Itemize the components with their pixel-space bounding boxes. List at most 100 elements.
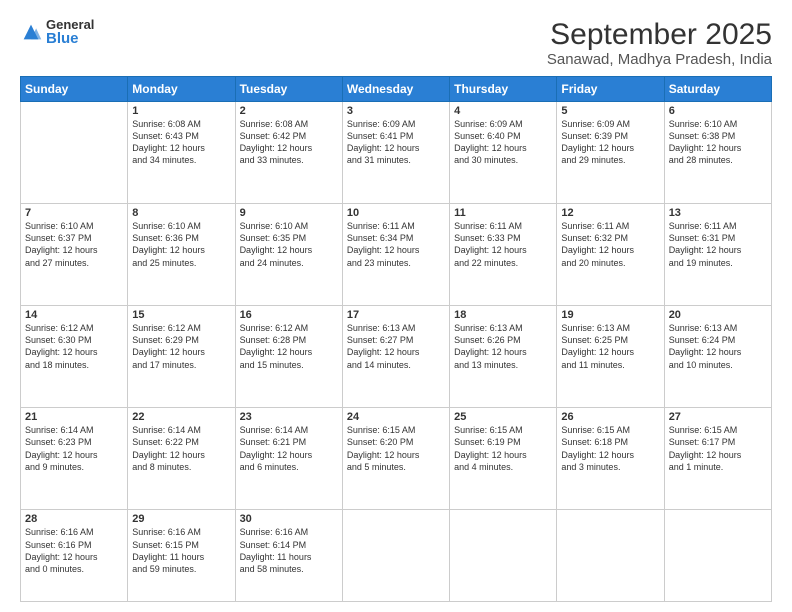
calendar-week-row: 14Sunrise: 6:12 AM Sunset: 6:30 PM Dayli…	[21, 306, 772, 408]
calendar-cell: 10Sunrise: 6:11 AM Sunset: 6:34 PM Dayli…	[342, 204, 449, 306]
day-number: 2	[240, 105, 338, 117]
day-number: 28	[25, 513, 123, 525]
subtitle: Sanawad, Madhya Pradesh, India	[547, 51, 772, 68]
weekday-header: Sunday	[21, 77, 128, 102]
day-info: Sunrise: 6:13 AM Sunset: 6:25 PM Dayligh…	[561, 322, 659, 371]
logo-text-block: General Blue	[46, 18, 94, 46]
day-number: 29	[132, 513, 230, 525]
calendar-cell: 5Sunrise: 6:09 AM Sunset: 6:39 PM Daylig…	[557, 102, 664, 204]
calendar-cell: 6Sunrise: 6:10 AM Sunset: 6:38 PM Daylig…	[664, 102, 771, 204]
day-info: Sunrise: 6:15 AM Sunset: 6:17 PM Dayligh…	[669, 424, 767, 473]
day-info: Sunrise: 6:11 AM Sunset: 6:33 PM Dayligh…	[454, 220, 552, 269]
day-info: Sunrise: 6:14 AM Sunset: 6:22 PM Dayligh…	[132, 424, 230, 473]
day-number: 10	[347, 207, 445, 219]
day-info: Sunrise: 6:09 AM Sunset: 6:40 PM Dayligh…	[454, 118, 552, 167]
day-info: Sunrise: 6:12 AM Sunset: 6:29 PM Dayligh…	[132, 322, 230, 371]
main-title: September 2025	[547, 18, 772, 51]
logo-blue: Blue	[46, 31, 79, 46]
calendar-cell: 28Sunrise: 6:16 AM Sunset: 6:16 PM Dayli…	[21, 510, 128, 602]
calendar-week-row: 1Sunrise: 6:08 AM Sunset: 6:43 PM Daylig…	[21, 102, 772, 204]
weekday-header: Tuesday	[235, 77, 342, 102]
day-number: 15	[132, 309, 230, 321]
calendar-week-row: 7Sunrise: 6:10 AM Sunset: 6:37 PM Daylig…	[21, 204, 772, 306]
day-info: Sunrise: 6:10 AM Sunset: 6:35 PM Dayligh…	[240, 220, 338, 269]
day-info: Sunrise: 6:08 AM Sunset: 6:42 PM Dayligh…	[240, 118, 338, 167]
day-number: 20	[669, 309, 767, 321]
weekday-header: Monday	[128, 77, 235, 102]
day-info: Sunrise: 6:12 AM Sunset: 6:28 PM Dayligh…	[240, 322, 338, 371]
calendar-week-row: 21Sunrise: 6:14 AM Sunset: 6:23 PM Dayli…	[21, 408, 772, 510]
day-info: Sunrise: 6:13 AM Sunset: 6:24 PM Dayligh…	[669, 322, 767, 371]
day-info: Sunrise: 6:11 AM Sunset: 6:34 PM Dayligh…	[347, 220, 445, 269]
day-info: Sunrise: 6:14 AM Sunset: 6:23 PM Dayligh…	[25, 424, 123, 473]
calendar-cell: 2Sunrise: 6:08 AM Sunset: 6:42 PM Daylig…	[235, 102, 342, 204]
day-info: Sunrise: 6:15 AM Sunset: 6:18 PM Dayligh…	[561, 424, 659, 473]
calendar-cell	[664, 510, 771, 602]
day-number: 9	[240, 207, 338, 219]
day-number: 21	[25, 411, 123, 423]
day-number: 14	[25, 309, 123, 321]
day-info: Sunrise: 6:10 AM Sunset: 6:36 PM Dayligh…	[132, 220, 230, 269]
day-number: 3	[347, 105, 445, 117]
logo-icon	[20, 21, 42, 43]
calendar-cell: 9Sunrise: 6:10 AM Sunset: 6:35 PM Daylig…	[235, 204, 342, 306]
calendar-cell: 30Sunrise: 6:16 AM Sunset: 6:14 PM Dayli…	[235, 510, 342, 602]
day-number: 18	[454, 309, 552, 321]
calendar-cell: 24Sunrise: 6:15 AM Sunset: 6:20 PM Dayli…	[342, 408, 449, 510]
day-number: 30	[240, 513, 338, 525]
title-block: September 2025 Sanawad, Madhya Pradesh, …	[547, 18, 772, 68]
calendar-cell: 26Sunrise: 6:15 AM Sunset: 6:18 PM Dayli…	[557, 408, 664, 510]
day-info: Sunrise: 6:12 AM Sunset: 6:30 PM Dayligh…	[25, 322, 123, 371]
calendar-cell: 29Sunrise: 6:16 AM Sunset: 6:15 PM Dayli…	[128, 510, 235, 602]
calendar-cell: 20Sunrise: 6:13 AM Sunset: 6:24 PM Dayli…	[664, 306, 771, 408]
day-number: 5	[561, 105, 659, 117]
day-info: Sunrise: 6:09 AM Sunset: 6:41 PM Dayligh…	[347, 118, 445, 167]
calendar-week-row: 28Sunrise: 6:16 AM Sunset: 6:16 PM Dayli…	[21, 510, 772, 602]
calendar-cell: 16Sunrise: 6:12 AM Sunset: 6:28 PM Dayli…	[235, 306, 342, 408]
day-info: Sunrise: 6:16 AM Sunset: 6:14 PM Dayligh…	[240, 526, 338, 575]
day-info: Sunrise: 6:13 AM Sunset: 6:27 PM Dayligh…	[347, 322, 445, 371]
calendar-cell: 27Sunrise: 6:15 AM Sunset: 6:17 PM Dayli…	[664, 408, 771, 510]
day-number: 7	[25, 207, 123, 219]
calendar-cell: 3Sunrise: 6:09 AM Sunset: 6:41 PM Daylig…	[342, 102, 449, 204]
day-info: Sunrise: 6:10 AM Sunset: 6:38 PM Dayligh…	[669, 118, 767, 167]
day-number: 22	[132, 411, 230, 423]
day-info: Sunrise: 6:09 AM Sunset: 6:39 PM Dayligh…	[561, 118, 659, 167]
day-number: 12	[561, 207, 659, 219]
calendar-cell: 25Sunrise: 6:15 AM Sunset: 6:19 PM Dayli…	[450, 408, 557, 510]
calendar-cell	[21, 102, 128, 204]
day-number: 4	[454, 105, 552, 117]
calendar-cell: 14Sunrise: 6:12 AM Sunset: 6:30 PM Dayli…	[21, 306, 128, 408]
day-number: 1	[132, 105, 230, 117]
calendar-cell: 19Sunrise: 6:13 AM Sunset: 6:25 PM Dayli…	[557, 306, 664, 408]
calendar-cell	[450, 510, 557, 602]
calendar-cell	[557, 510, 664, 602]
day-number: 11	[454, 207, 552, 219]
weekday-header: Thursday	[450, 77, 557, 102]
calendar-cell: 7Sunrise: 6:10 AM Sunset: 6:37 PM Daylig…	[21, 204, 128, 306]
day-info: Sunrise: 6:16 AM Sunset: 6:16 PM Dayligh…	[25, 526, 123, 575]
day-info: Sunrise: 6:11 AM Sunset: 6:32 PM Dayligh…	[561, 220, 659, 269]
calendar-cell: 8Sunrise: 6:10 AM Sunset: 6:36 PM Daylig…	[128, 204, 235, 306]
day-number: 27	[669, 411, 767, 423]
calendar-cell: 21Sunrise: 6:14 AM Sunset: 6:23 PM Dayli…	[21, 408, 128, 510]
day-info: Sunrise: 6:15 AM Sunset: 6:20 PM Dayligh…	[347, 424, 445, 473]
calendar-cell: 18Sunrise: 6:13 AM Sunset: 6:26 PM Dayli…	[450, 306, 557, 408]
page: General Blue September 2025 Sanawad, Mad…	[0, 0, 792, 612]
calendar-cell: 17Sunrise: 6:13 AM Sunset: 6:27 PM Dayli…	[342, 306, 449, 408]
calendar-cell: 4Sunrise: 6:09 AM Sunset: 6:40 PM Daylig…	[450, 102, 557, 204]
day-info: Sunrise: 6:10 AM Sunset: 6:37 PM Dayligh…	[25, 220, 123, 269]
weekday-header-row: SundayMondayTuesdayWednesdayThursdayFrid…	[21, 77, 772, 102]
calendar-cell: 15Sunrise: 6:12 AM Sunset: 6:29 PM Dayli…	[128, 306, 235, 408]
calendar-cell: 13Sunrise: 6:11 AM Sunset: 6:31 PM Dayli…	[664, 204, 771, 306]
header: General Blue September 2025 Sanawad, Mad…	[20, 18, 772, 68]
day-number: 13	[669, 207, 767, 219]
calendar-cell: 11Sunrise: 6:11 AM Sunset: 6:33 PM Dayli…	[450, 204, 557, 306]
day-info: Sunrise: 6:14 AM Sunset: 6:21 PM Dayligh…	[240, 424, 338, 473]
calendar-cell: 23Sunrise: 6:14 AM Sunset: 6:21 PM Dayli…	[235, 408, 342, 510]
day-number: 16	[240, 309, 338, 321]
day-info: Sunrise: 6:08 AM Sunset: 6:43 PM Dayligh…	[132, 118, 230, 167]
calendar-table: SundayMondayTuesdayWednesdayThursdayFrid…	[20, 76, 772, 602]
weekday-header: Saturday	[664, 77, 771, 102]
day-info: Sunrise: 6:15 AM Sunset: 6:19 PM Dayligh…	[454, 424, 552, 473]
